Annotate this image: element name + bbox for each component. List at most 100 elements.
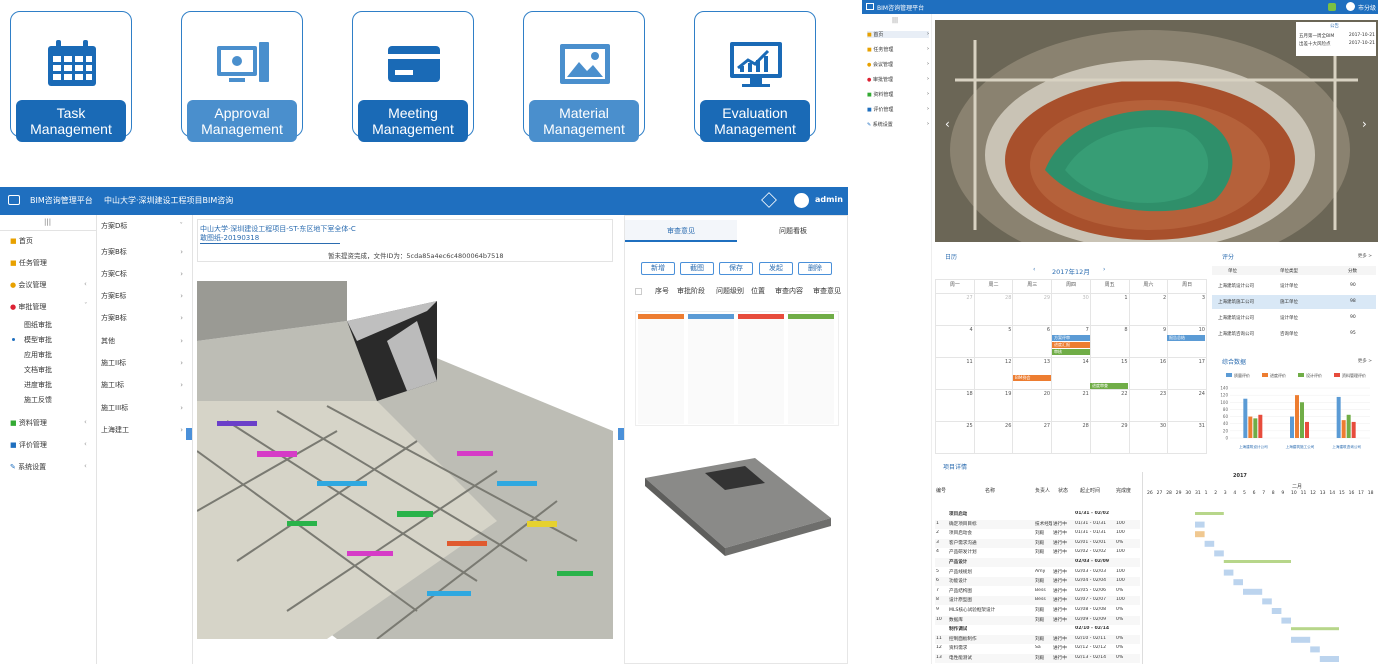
gantt-row[interactable]: 4 产品研发计划 刘殿 进行中 02/02 - 02/02 100 xyxy=(935,548,1140,557)
gantt-bar[interactable] xyxy=(1214,550,1224,557)
carousel-next-button[interactable] xyxy=(1358,110,1374,140)
gantt-bar[interactable] xyxy=(1291,627,1339,631)
sidebar-item-approval[interactable]: ● 审批管理 ˇ xyxy=(10,302,88,312)
list-item[interactable]: 上海建工 › xyxy=(101,420,189,440)
sidebar-item-meeting[interactable]: ● 会议管理 › xyxy=(867,61,929,68)
gantt-bar[interactable] xyxy=(1204,540,1215,547)
list-item[interactable]: 施工I标 › xyxy=(101,375,189,395)
list-item[interactable]: 方案E标 › xyxy=(101,286,189,306)
list-item[interactable]: 方案C标 › xyxy=(101,264,189,284)
submenu-item[interactable]: 进度审批 xyxy=(24,380,52,390)
calendar-event[interactable]: 报告总结 xyxy=(1167,335,1205,341)
module-card-evaluation[interactable]: Evaluation Management xyxy=(694,11,816,142)
sidebar-item-settings[interactable]: ✎ 系统设置 › xyxy=(867,121,929,128)
gantt-row[interactable]: 3 客户需求沟通 刘殿 进行中 02/01 - 02/01 0% xyxy=(935,538,1140,548)
month-next-button[interactable]: › xyxy=(1103,266,1105,273)
bim-model-view[interactable] xyxy=(197,281,613,639)
gantt-row[interactable]: 产品设计 02/03 - 02/09 xyxy=(935,558,1140,567)
submenu-item[interactable]: 施工反馈 xyxy=(24,395,52,405)
submenu-item[interactable]: 应用审批 xyxy=(24,350,52,360)
gantt-bar[interactable] xyxy=(1243,588,1263,595)
calendar-event[interactable]: 方案评审 xyxy=(1052,335,1090,341)
gantt-bar[interactable] xyxy=(1262,598,1272,605)
splitter-handle[interactable] xyxy=(186,428,192,440)
submenu-item[interactable]: 图纸审批 xyxy=(24,320,52,330)
table-row[interactable]: 上海建筑施工公司 施工单位 98 xyxy=(1212,295,1376,309)
carousel-prev-button[interactable] xyxy=(938,110,954,140)
list-item[interactable]: 施工II标 › xyxy=(101,353,189,373)
gantt-bar[interactable] xyxy=(1271,608,1282,614)
calendar-event[interactable]: 进度审查 xyxy=(1090,383,1128,389)
kanban-thumbnail[interactable] xyxy=(635,311,839,426)
gantt-row[interactable]: 2 项目启动会 刘殿 进行中 01/31 - 01/31 100 xyxy=(935,529,1140,538)
screenshot-button[interactable]: 截图 xyxy=(680,262,714,275)
file-title-2[interactable]: 敢图纸-20190318 xyxy=(200,233,259,243)
avatar[interactable] xyxy=(1346,2,1355,11)
sidebar-item-settings[interactable]: ✎ 系统设置 ‹ xyxy=(10,462,87,472)
gantt-row[interactable]: 13 电性能测试 刘殿 进行中 02/13 - 02/14 0% xyxy=(935,654,1140,663)
gantt-row[interactable]: 7 产品结构图 Bess 进行中 02/05 - 02/06 0% xyxy=(935,587,1140,596)
gantt-bar[interactable] xyxy=(1223,569,1234,576)
submenu-item-active[interactable]: 模型审批 xyxy=(24,335,52,345)
save-button[interactable]: 保存 xyxy=(719,262,753,275)
sidebar-item-evaluation[interactable]: ■ 评价管理 › xyxy=(867,106,929,113)
table-row[interactable]: 上海建筑设计公司 设计单位 90 xyxy=(1212,311,1376,325)
add-button[interactable]: 新增 xyxy=(641,262,675,275)
gantt-row[interactable]: 9 MLS核心试验框架设计 刘殿 进行中 02/08 - 02/08 0% xyxy=(935,606,1140,615)
puzzle-icon[interactable] xyxy=(1328,3,1336,11)
module-card-material[interactable]: Material Management xyxy=(523,11,645,142)
list-item[interactable]: 方案B标 › xyxy=(101,242,189,262)
username[interactable]: 市分级 xyxy=(1358,3,1376,12)
table-row[interactable]: 上海建筑设计公司 设计单位 90 xyxy=(1212,279,1376,293)
submit-button[interactable]: 发起 xyxy=(759,262,793,275)
gantt-row[interactable]: 制作调试 02/10 - 02/14 xyxy=(935,625,1140,634)
module-card-approval[interactable]: Approval Management xyxy=(181,11,303,142)
list-item[interactable]: 方案D标 ˇ xyxy=(101,216,189,236)
username[interactable]: admin xyxy=(815,195,843,204)
gantt-bar[interactable] xyxy=(1319,656,1339,662)
calendar-event[interactable]: 审核 xyxy=(1052,349,1090,355)
gantt-row[interactable]: 8 设计原型图 Bess 进行中 02/07 - 02/07 100 xyxy=(935,596,1140,606)
more-link[interactable]: 更多 > xyxy=(1358,358,1372,364)
gantt-bar[interactable] xyxy=(1291,636,1311,643)
list-item[interactable]: 施工III标 › xyxy=(101,398,189,418)
sidebar-item-task[interactable]: ■ 任务管理 › xyxy=(867,46,929,53)
list-item[interactable]: 其他 › xyxy=(101,331,189,351)
list-item[interactable]: 方案B标 › xyxy=(101,308,189,328)
submenu-item[interactable]: 文档审批 xyxy=(24,365,52,375)
gantt-row[interactable]: 5 产品线规划 Amy 进行中 02/03 - 02/03 100 xyxy=(935,568,1140,577)
more-link[interactable]: 更多 > xyxy=(1358,253,1372,259)
delete-button[interactable]: 删除 xyxy=(798,262,832,275)
collapse-toggle[interactable]: ||| xyxy=(892,17,898,24)
sidebar-item-task[interactable]: ■ 任务管理 xyxy=(10,258,47,268)
tab-review[interactable]: 审查意见 xyxy=(625,220,737,242)
calendar-event[interactable]: BIM例会 xyxy=(1013,375,1051,381)
collapse-toggle[interactable]: ||| xyxy=(44,218,51,226)
avatar[interactable] xyxy=(794,193,809,208)
gantt-bar[interactable] xyxy=(1223,560,1291,563)
gantt-row[interactable]: 6 功能设计 刘殿 进行中 02/04 - 02/04 100 xyxy=(935,577,1140,587)
tab-issues[interactable]: 问题看板 xyxy=(737,220,849,242)
sidebar-item-home[interactable]: ■ 首页 › xyxy=(867,31,929,38)
sidebar-item-docs[interactable]: ■ 资料管理 › xyxy=(867,91,929,98)
cube-icon[interactable] xyxy=(761,192,777,208)
month-prev-button[interactable]: ‹ xyxy=(1033,266,1035,273)
gantt-bar[interactable] xyxy=(1310,646,1320,653)
gantt-row[interactable]: 11 控制面板制作 刘殿 进行中 02/10 - 02/11 0% xyxy=(935,634,1140,644)
gantt-bar[interactable] xyxy=(1233,579,1243,586)
gantt-bar[interactable] xyxy=(1195,521,1205,528)
sidebar-item-home[interactable]: ■ 首页 xyxy=(10,236,33,246)
gantt-bar[interactable] xyxy=(1195,531,1205,538)
sidebar-item-meeting[interactable]: ● 会议管理 ‹ xyxy=(10,280,87,290)
select-all-checkbox[interactable] xyxy=(635,288,642,295)
module-card-task[interactable]: Task Management xyxy=(10,11,132,142)
module-card-meeting[interactable]: Meeting Management xyxy=(352,11,474,142)
gantt-bar[interactable] xyxy=(1281,617,1291,624)
gantt-row[interactable]: 12 资料需求 Sa 进行中 02/12 - 02/12 0% xyxy=(935,644,1140,653)
sidebar-item-docs[interactable]: ■ 资料管理 ‹ xyxy=(10,418,87,428)
sidebar-item-evaluation[interactable]: ■ 评价管理 ‹ xyxy=(10,440,87,450)
notice-item[interactable]: 出差十大风险点 2017-10-21 xyxy=(1299,41,1375,47)
gantt-bar[interactable] xyxy=(1195,512,1224,515)
gantt-row[interactable]: 10 数据库 刘殿 进行中 02/09 - 02/09 0% xyxy=(935,615,1140,625)
notice-item[interactable]: 五月第一周全BIM 2017-10-21 xyxy=(1299,33,1375,39)
